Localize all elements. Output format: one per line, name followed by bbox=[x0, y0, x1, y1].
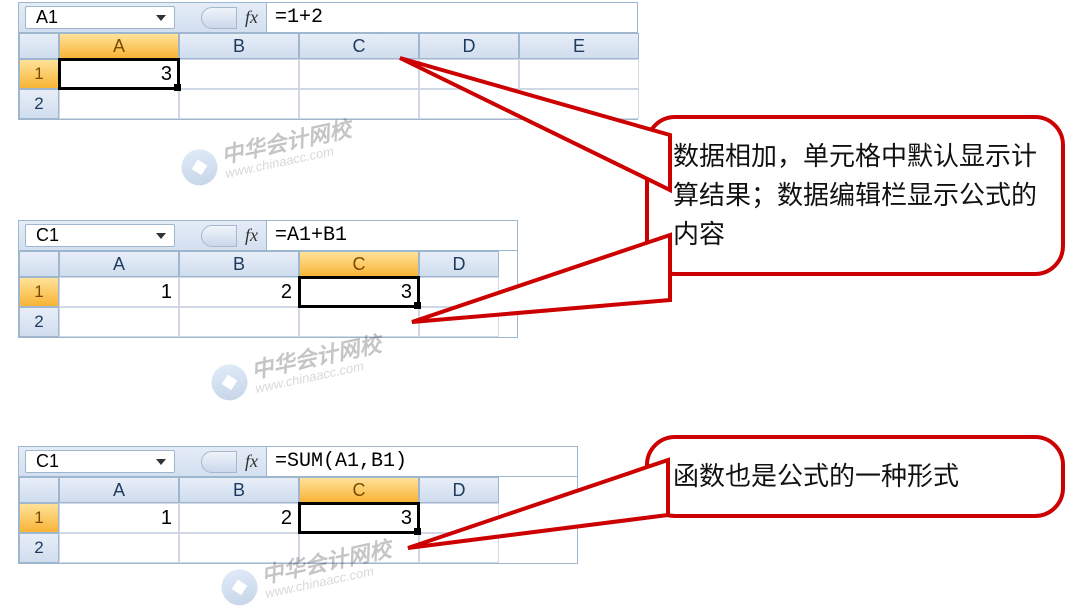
watermark-logo-icon bbox=[218, 566, 261, 609]
cell-C1[interactable]: 3 bbox=[299, 503, 419, 533]
fx-icon[interactable]: fx bbox=[237, 225, 266, 246]
cell-D1[interactable] bbox=[419, 503, 499, 533]
cell-E2[interactable] bbox=[519, 89, 639, 119]
formula-input[interactable]: =SUM(A1,B1) bbox=[266, 447, 577, 476]
col-header-D[interactable]: D bbox=[419, 251, 499, 277]
fx-icon[interactable]: fx bbox=[237, 451, 266, 472]
spreadsheet-grid[interactable]: A B C D E 1 3 2 bbox=[19, 33, 637, 119]
cell-C2[interactable] bbox=[299, 307, 419, 337]
cell-D2[interactable] bbox=[419, 533, 499, 563]
col-header-E[interactable]: E bbox=[519, 33, 639, 59]
row-header-2[interactable]: 2 bbox=[19, 307, 59, 337]
watermark-logo-icon bbox=[178, 146, 221, 189]
row-header-1[interactable]: 1 bbox=[19, 503, 59, 533]
cell-D1[interactable] bbox=[419, 277, 499, 307]
cell-D2[interactable] bbox=[419, 89, 519, 119]
select-all-corner[interactable] bbox=[19, 33, 59, 59]
name-box[interactable]: C1 bbox=[25, 450, 175, 473]
col-header-B[interactable]: B bbox=[179, 251, 299, 277]
watermark-logo-icon bbox=[208, 361, 251, 404]
col-header-A[interactable]: A bbox=[59, 251, 179, 277]
col-header-C[interactable]: C bbox=[299, 251, 419, 277]
callout-text: 函数也是公式的一种形式 bbox=[673, 461, 959, 491]
cell-A1[interactable]: 1 bbox=[59, 503, 179, 533]
watermark-cn: 中华会计网校 bbox=[219, 118, 353, 167]
col-header-A[interactable]: A bbox=[59, 33, 179, 59]
name-box[interactable]: C1 bbox=[25, 224, 175, 247]
select-all-corner[interactable] bbox=[19, 251, 59, 277]
fx-area: fx bbox=[201, 447, 266, 476]
formula-text: =SUM(A1,B1) bbox=[275, 450, 407, 473]
fx-bubble-icon bbox=[201, 225, 237, 247]
select-all-corner[interactable] bbox=[19, 477, 59, 503]
fx-area: fx bbox=[201, 3, 266, 32]
cell-C2[interactable] bbox=[299, 89, 419, 119]
fx-bubble-icon bbox=[201, 451, 237, 473]
row-header-1[interactable]: 1 bbox=[19, 277, 59, 307]
watermark: 中华会计网校www.chinaacc.com bbox=[208, 332, 386, 403]
excel-block-3: C1 fx =SUM(A1,B1) A B C D 1 1 2 3 2 bbox=[18, 446, 578, 564]
col-header-B[interactable]: B bbox=[179, 477, 299, 503]
name-box-value: A1 bbox=[36, 7, 58, 28]
cell-C1[interactable]: 3 bbox=[299, 277, 419, 307]
cell-B2[interactable] bbox=[179, 307, 299, 337]
formula-bar: C1 fx =SUM(A1,B1) bbox=[19, 447, 577, 477]
col-header-A[interactable]: A bbox=[59, 477, 179, 503]
name-box-value: C1 bbox=[36, 225, 59, 246]
col-header-D[interactable]: D bbox=[419, 477, 499, 503]
watermark: 中华会计网校www.chinaacc.com bbox=[178, 117, 356, 188]
cell-B2[interactable] bbox=[179, 89, 299, 119]
formula-text: =1+2 bbox=[275, 6, 323, 29]
cell-B1[interactable]: 2 bbox=[179, 503, 299, 533]
fx-area: fx bbox=[201, 221, 266, 250]
row-header-1[interactable]: 1 bbox=[19, 59, 59, 89]
cell-A1[interactable]: 1 bbox=[59, 277, 179, 307]
col-header-B[interactable]: B bbox=[179, 33, 299, 59]
cell-C2[interactable] bbox=[299, 533, 419, 563]
cell-A2[interactable] bbox=[59, 533, 179, 563]
row-header-2[interactable]: 2 bbox=[19, 89, 59, 119]
cell-B1[interactable]: 2 bbox=[179, 277, 299, 307]
col-header-C[interactable]: C bbox=[299, 477, 419, 503]
formula-bar: A1 fx =1+2 bbox=[19, 3, 637, 33]
cell-B2[interactable] bbox=[179, 533, 299, 563]
cell-A2[interactable] bbox=[59, 89, 179, 119]
row-header-2[interactable]: 2 bbox=[19, 533, 59, 563]
cell-D1[interactable] bbox=[419, 59, 519, 89]
callout-1: 数据相加，单元格中默认显示计算结果；数据编辑栏显示公式的内容 bbox=[645, 115, 1065, 276]
formula-input[interactable]: =1+2 bbox=[266, 3, 637, 32]
excel-block-2: C1 fx =A1+B1 A B C D 1 1 2 3 2 bbox=[18, 220, 518, 338]
spreadsheet-grid[interactable]: A B C D 1 1 2 3 2 bbox=[19, 477, 577, 563]
watermark-en: www.chinaacc.com bbox=[224, 139, 356, 179]
formula-input[interactable]: =A1+B1 bbox=[266, 221, 517, 250]
cell-E1[interactable] bbox=[519, 59, 639, 89]
formula-bar: C1 fx =A1+B1 bbox=[19, 221, 517, 251]
watermark-cn: 中华会计网校 bbox=[249, 333, 383, 382]
name-box[interactable]: A1 bbox=[25, 6, 175, 29]
name-box-value: C1 bbox=[36, 451, 59, 472]
cell-C1[interactable] bbox=[299, 59, 419, 89]
watermark-en: www.chinaacc.com bbox=[264, 559, 396, 599]
fx-icon[interactable]: fx bbox=[237, 7, 266, 28]
excel-block-1: A1 fx =1+2 A B C D E 1 3 2 bbox=[18, 2, 638, 120]
formula-text: =A1+B1 bbox=[275, 224, 347, 247]
cell-D2[interactable] bbox=[419, 307, 499, 337]
spreadsheet-grid[interactable]: A B C D 1 1 2 3 2 bbox=[19, 251, 517, 337]
watermark-en: www.chinaacc.com bbox=[254, 354, 386, 394]
callout-text: 数据相加，单元格中默认显示计算结果；数据编辑栏显示公式的内容 bbox=[673, 141, 1037, 249]
col-header-C[interactable]: C bbox=[299, 33, 419, 59]
cell-A2[interactable] bbox=[59, 307, 179, 337]
cell-B1[interactable] bbox=[179, 59, 299, 89]
fx-bubble-icon bbox=[201, 7, 237, 29]
cell-A1[interactable]: 3 bbox=[59, 59, 179, 89]
col-header-D[interactable]: D bbox=[419, 33, 519, 59]
callout-2: 函数也是公式的一种形式 bbox=[645, 435, 1065, 518]
